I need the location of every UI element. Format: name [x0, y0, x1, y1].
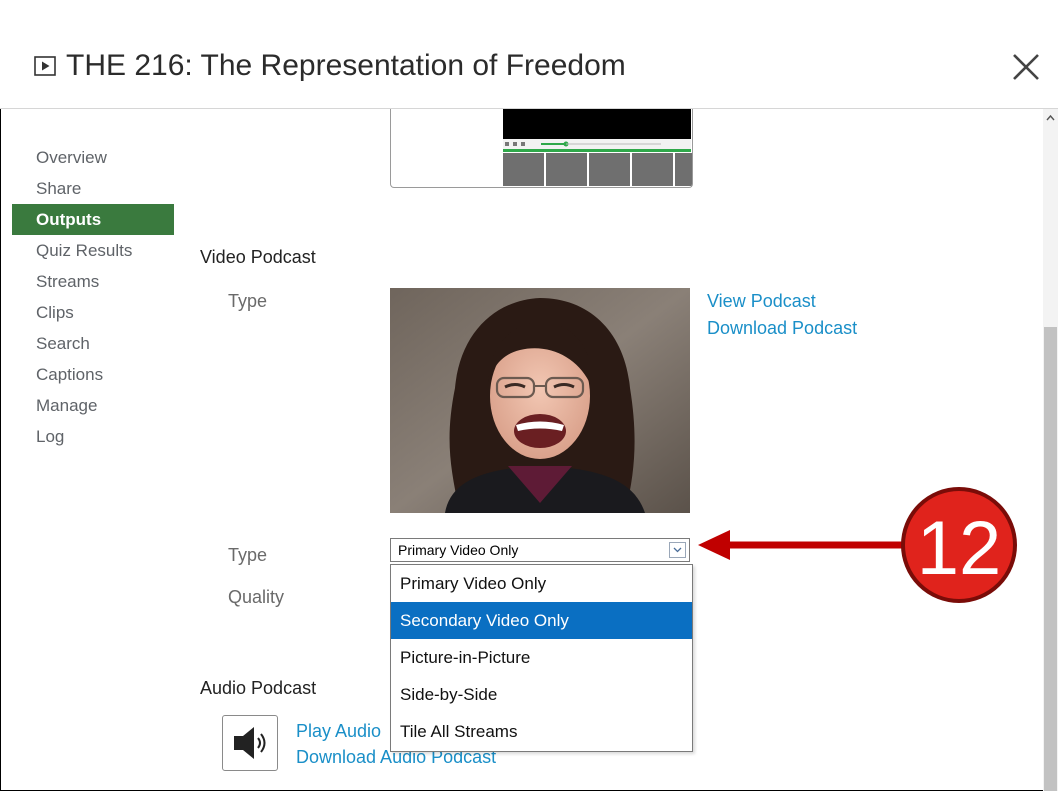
sidebar-item-captions[interactable]: Captions	[12, 359, 174, 390]
sidebar-item-share[interactable]: Share	[12, 173, 174, 204]
option-primary-video-only[interactable]: Primary Video Only	[391, 565, 692, 602]
sidebar-item-search[interactable]: Search	[12, 328, 174, 359]
presenter-video-image	[390, 288, 690, 513]
scroll-up-icon[interactable]	[1043, 109, 1058, 127]
close-icon[interactable]	[1009, 50, 1043, 84]
podcast-type-select[interactable]: Primary Video Only	[390, 538, 690, 562]
video-preview	[390, 288, 690, 513]
select-value: Primary Video Only	[398, 542, 519, 558]
chevron-down-icon[interactable]	[669, 542, 686, 558]
sidebar-item-log[interactable]: Log	[12, 421, 174, 452]
scrollbar-thumb[interactable]	[1044, 327, 1057, 791]
quality-label: Quality	[228, 587, 285, 607]
audio-podcast-heading: Audio Podcast	[200, 678, 317, 698]
video-podcast-heading: Video Podcast	[200, 247, 316, 267]
view-podcast-link[interactable]: View Podcast	[707, 291, 816, 312]
sidebar-item-clips[interactable]: Clips	[12, 297, 174, 328]
speaker-icon	[234, 727, 266, 759]
option-secondary-video-only[interactable]: Secondary Video Only	[391, 602, 692, 639]
vertical-scrollbar[interactable]	[1043, 109, 1058, 791]
download-podcast-link[interactable]: Download Podcast	[707, 318, 857, 339]
window-header: THE 216: The Representation of Freedom	[0, 0, 1058, 109]
sidebar-item-quiz-results[interactable]: Quiz Results	[12, 235, 174, 266]
podcast-type-options: Primary Video Only Secondary Video Only …	[390, 564, 693, 752]
play-audio-link[interactable]: Play Audio	[296, 721, 381, 742]
option-side-by-side[interactable]: Side-by-Side	[391, 676, 692, 713]
sidebar-item-overview[interactable]: Overview	[12, 142, 174, 173]
option-picture-in-picture[interactable]: Picture-in-Picture	[391, 639, 692, 676]
video-type-label: Type	[228, 291, 268, 311]
player-thumbnail[interactable]	[390, 109, 693, 188]
audio-play-button[interactable]	[222, 715, 278, 771]
option-tile-all-streams[interactable]: Tile All Streams	[391, 713, 692, 750]
player-preview-image	[503, 109, 692, 186]
sidebar-item-manage[interactable]: Manage	[12, 390, 174, 421]
podcast-type-label: Type	[228, 545, 268, 565]
sidebar-item-streams[interactable]: Streams	[12, 266, 174, 297]
page-title: THE 216: The Representation of Freedom	[66, 49, 626, 82]
sidebar-nav: Overview Share Outputs Quiz Results Stre…	[12, 142, 174, 452]
sidebar-item-outputs[interactable]: Outputs	[12, 204, 174, 235]
play-icon	[34, 56, 56, 76]
